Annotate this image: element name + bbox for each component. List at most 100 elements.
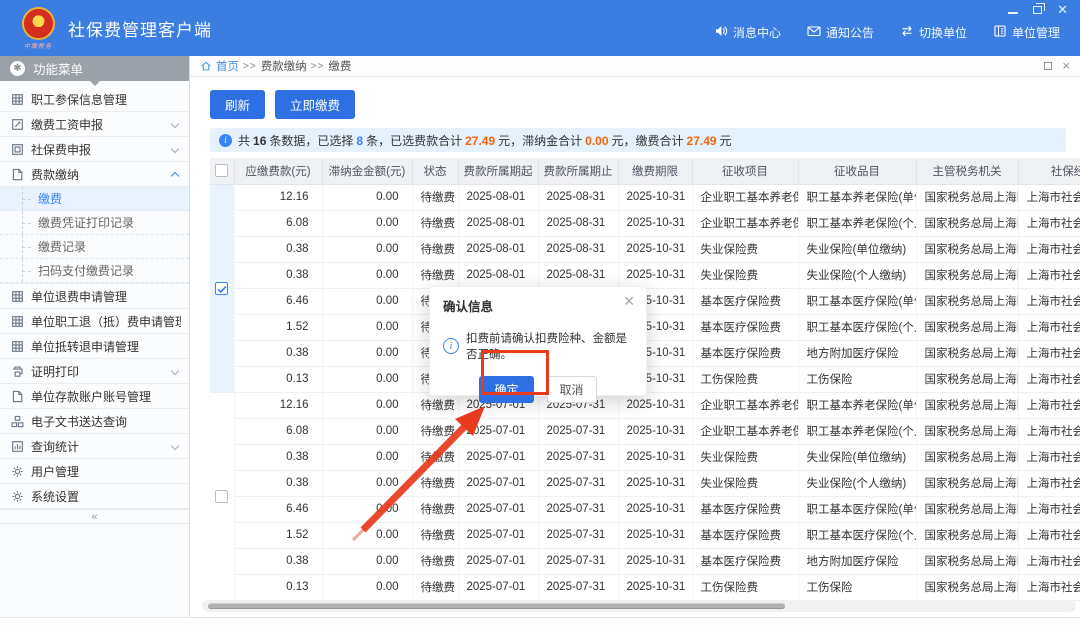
column-header: 状态: [412, 158, 458, 184]
cell-category: 地方附加医疗保险: [798, 340, 916, 366]
cancel-button[interactable]: 取消: [547, 376, 597, 403]
cell-end: 2025-07-31: [538, 496, 618, 522]
cell-start: 2025-07-01: [458, 574, 538, 600]
chevron-up-icon: [171, 172, 179, 180]
close-button[interactable]: ✕: [1057, 5, 1068, 15]
sidebar-item-2[interactable]: 社保费申报: [0, 137, 189, 162]
cell-item: 基本医疗保险费: [692, 288, 798, 314]
collapse-icon: «: [91, 511, 97, 523]
nav-notifications[interactable]: 通知公告: [807, 24, 874, 41]
cell-amount: 12.16: [234, 184, 322, 210]
cell-authority: 国家税务总局上海...: [916, 314, 1018, 340]
sidebar-item-8[interactable]: 单位存款账户账号管理: [0, 384, 189, 409]
table-row: 0.380.00待缴费2025-07-012025-07-312025-10-3…: [210, 548, 1080, 574]
cell-status: 待缴费: [412, 262, 458, 288]
select-all-checkbox[interactable]: [215, 164, 228, 177]
sidebar-item-label: 查询统计: [31, 438, 172, 455]
cell-category: 失业保险(个人缴纳): [798, 470, 916, 496]
sidebar-item-label: 单位抵转退申请管理: [31, 338, 181, 355]
sidebar-item-label: 社保费申报: [31, 141, 172, 158]
confirm-button[interactable]: 确定: [479, 376, 533, 403]
table-row: 1.520.00待缴费2025-07-012025-07-312025-10-3…: [210, 522, 1080, 548]
sidebar-item-10[interactable]: 查询统计: [0, 434, 189, 459]
cell-category: 职工基本养老保险(单位缴纳): [798, 184, 916, 210]
close-icon[interactable]: ✕: [623, 295, 635, 307]
sidebar-subitem[interactable]: 缴费记录: [0, 235, 189, 259]
org-icon: [993, 24, 1007, 41]
nav-switch-unit[interactable]: 切换单位: [900, 24, 967, 41]
cell-item: 失业保险费: [692, 262, 798, 288]
scrollbar-thumb[interactable]: [208, 603, 785, 609]
cell-end: 2025-08-31: [538, 262, 618, 288]
cell-status: 待缴费: [412, 522, 458, 548]
sidebar-item-11[interactable]: 用户管理: [0, 459, 189, 484]
cell-authority: 国家税务总局上海...: [916, 236, 1018, 262]
panel-close-button[interactable]: ×: [1062, 62, 1070, 70]
sidebar-subitem[interactable]: 缴费凭证打印记录: [0, 211, 189, 235]
sidebar-collapse-button[interactable]: «: [0, 509, 189, 524]
sidebar-item-6[interactable]: 单位抵转退申请管理: [0, 334, 189, 359]
pay-now-button[interactable]: 立即缴费: [275, 90, 355, 119]
envelope-icon: [807, 24, 821, 41]
minimize-button[interactable]: [1008, 12, 1018, 14]
total-count: 16: [253, 134, 266, 148]
restore-button[interactable]: [1033, 6, 1042, 14]
cell-late_fee: 0.00: [322, 184, 412, 210]
refresh-button[interactable]: 刷新: [210, 90, 265, 119]
cell-amount: 1.52: [234, 522, 322, 548]
cell-start: 2025-07-01: [458, 496, 538, 522]
cell-start: 2025-08-01: [458, 262, 538, 288]
cell-authority: 国家税务总局上海...: [916, 496, 1018, 522]
cell-deadline: 2025-10-31: [618, 262, 692, 288]
cell-category: 失业保险(单位缴纳): [798, 444, 916, 470]
cell-agency: 上海市社会保险事: [1018, 184, 1080, 210]
chart-icon: [10, 439, 24, 453]
nav-unit-management[interactable]: 单位管理: [993, 24, 1060, 41]
cell-item: 工伤保险费: [692, 574, 798, 600]
sidebar-item-5[interactable]: 单位职工退（抵）费申请管理: [0, 309, 189, 334]
panel-restore-button[interactable]: [1044, 62, 1052, 70]
cell-end: 2025-08-31: [538, 184, 618, 210]
sidebar-item-3[interactable]: 费款缴纳: [0, 162, 189, 187]
sidebar-item-1[interactable]: 缴费工资申报: [0, 112, 189, 137]
table-row: 6.080.00待缴费2025-07-012025-07-312025-10-3…: [210, 418, 1080, 444]
cell-agency: 上海市社会保险事: [1018, 418, 1080, 444]
cell-item: 失业保险费: [692, 444, 798, 470]
pay-total: 27.49: [687, 134, 717, 148]
cell-late_fee: 0.00: [322, 574, 412, 600]
cell-deadline: 2025-10-31: [618, 418, 692, 444]
sidebar-menu: 职工参保信息管理缴费工资申报社保费申报费款缴纳缴费缴费凭证打印记录缴费记录扫码支…: [0, 87, 189, 509]
sidebar-item-label: 费款缴纳: [31, 166, 172, 183]
cell-status: 待缴费: [412, 470, 458, 496]
sidebar-item-9[interactable]: 电子文书送达查询: [0, 409, 189, 434]
cell-status: 待缴费: [412, 418, 458, 444]
cell-start: 2025-07-01: [458, 522, 538, 548]
cell-late_fee: 0.00: [322, 236, 412, 262]
sidebar-item-7[interactable]: 证明打印: [0, 359, 189, 384]
horizontal-scrollbar[interactable]: [202, 600, 1076, 612]
cell-end: 2025-07-31: [538, 522, 618, 548]
sidebar-item-0[interactable]: 职工参保信息管理: [0, 87, 189, 112]
cell-start: 2025-07-01: [458, 548, 538, 574]
home-icon[interactable]: [200, 60, 212, 72]
sidebar-subitem-selected[interactable]: 缴费: [0, 187, 189, 211]
cell-item: 工伤保险费: [692, 366, 798, 392]
group-checkbox-unchecked[interactable]: [215, 490, 228, 503]
sidebar-item-12[interactable]: 系统设置: [0, 484, 189, 509]
cell-item: 失业保险费: [692, 236, 798, 262]
sidebar-subitem[interactable]: 扫码支付缴费记录: [0, 259, 189, 283]
cell-deadline: 2025-10-31: [618, 496, 692, 522]
cell-deadline: 2025-10-31: [618, 574, 692, 600]
breadcrumb-home-link[interactable]: 首页: [216, 58, 239, 74]
nav-message-center[interactable]: 消息中心: [714, 24, 781, 41]
table-row: 0.380.00待缴费2025-07-012025-07-312025-10-3…: [210, 470, 1080, 496]
grid-icon: [10, 314, 24, 328]
confirm-dialog: 确认信息 ✕ i 扣费前请确认扣费险种、金额是否正确。 确定 取消: [429, 286, 647, 396]
column-header: 征收品目: [798, 158, 916, 184]
cell-agency: 上海市社会保险事: [1018, 288, 1080, 314]
cell-item: 基本医疗保险费: [692, 548, 798, 574]
cell-category: 失业保险(个人缴纳): [798, 262, 916, 288]
sidebar-item-4[interactable]: 单位退费申请管理: [0, 284, 189, 309]
group-checkbox-checked[interactable]: [215, 282, 228, 295]
cell-authority: 国家税务总局上海...: [916, 574, 1018, 600]
